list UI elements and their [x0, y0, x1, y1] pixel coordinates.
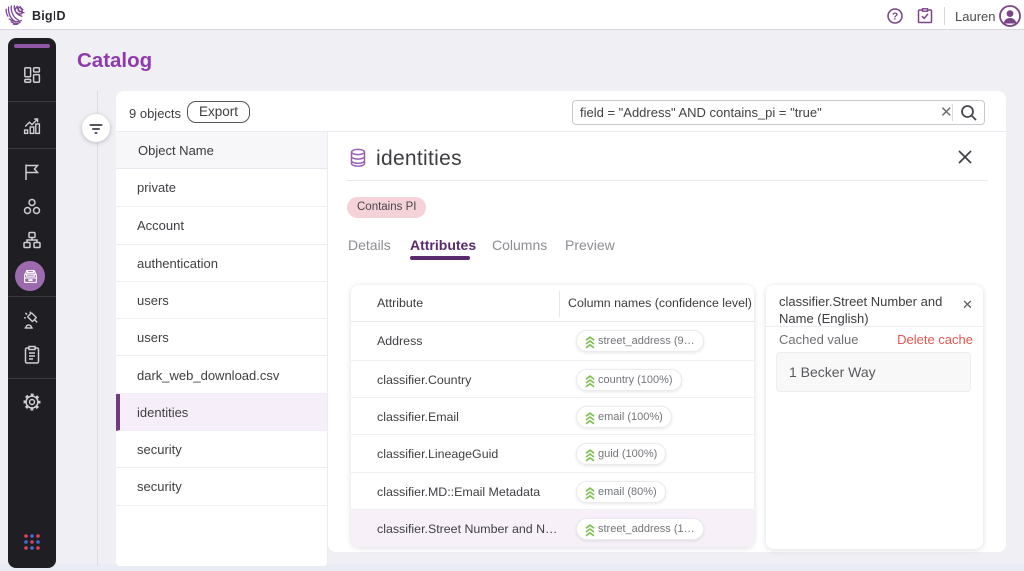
svg-text:?: ?: [892, 12, 898, 23]
